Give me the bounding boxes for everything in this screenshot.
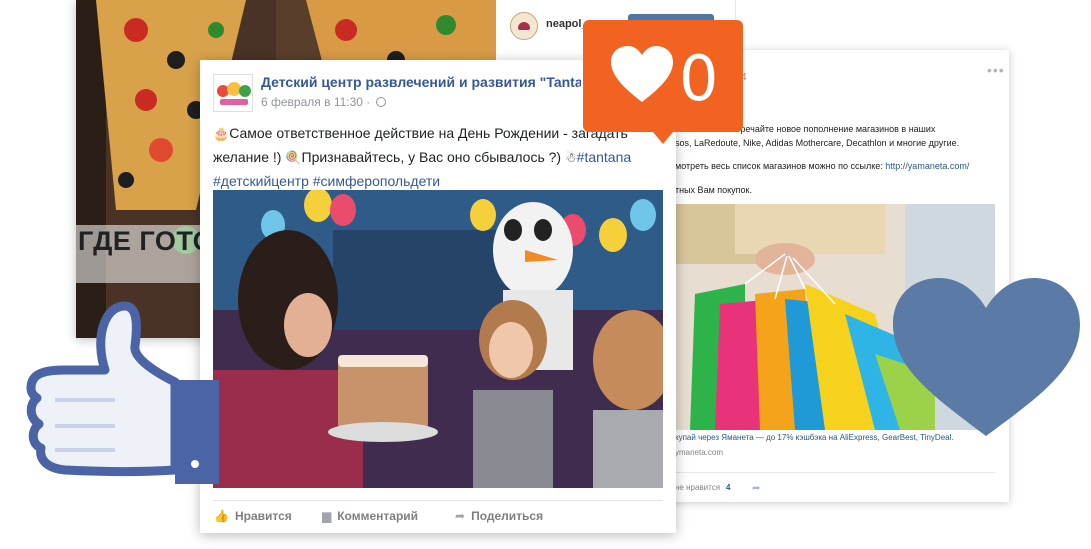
neapol-username[interactable]: neapol_ (546, 18, 588, 30)
post-text-line: мотреть весь список магазинов можно по с… (675, 161, 969, 171)
notification-count: 0 (679, 42, 719, 115)
post-text-line: желание !) 🍭Признавайтесь, у Вас оно сбы… (213, 146, 668, 170)
cake-icon: 🎂 (213, 127, 230, 142)
like-label: не нравится (675, 483, 721, 492)
post-text-fragment: Самое ответственное действие на День Рож… (229, 125, 628, 141)
lollipop-icon: 🍭 (285, 151, 302, 166)
post-link[interactable]: http://yamaneta.com/ (885, 161, 969, 171)
share-icon[interactable]: ➦ (752, 483, 760, 494)
share-icon: ➦ (455, 509, 466, 523)
attachment-site: ymaneta.com (675, 448, 724, 457)
share-label: Поделиться (471, 509, 544, 523)
thumbs-up-icon (26, 301, 219, 484)
page-avatar[interactable] (213, 74, 253, 112)
like-button[interactable]: 👍 Нравится (214, 509, 292, 523)
comment-button[interactable]: ▆ Комментарий (322, 509, 418, 523)
like-count: 4 (726, 483, 731, 492)
post-text-fragment: мотреть весь список магазинов можно по с… (675, 161, 886, 171)
divider (213, 500, 663, 501)
divider (675, 472, 995, 473)
post-menu-icon[interactable]: ••• (987, 62, 1005, 78)
globe-icon (375, 97, 386, 107)
like-label: Нравится (234, 509, 292, 523)
avatar[interactable] (510, 12, 538, 40)
birthday-photo[interactable] (213, 190, 663, 488)
like-button[interactable]: не нравится 4 (675, 483, 730, 492)
heart-icon (893, 278, 1080, 436)
page-name-link[interactable]: Детский центр развлечений и развития "Ta… (261, 74, 581, 90)
post-date: 6 февраля в 11:30 · (261, 95, 371, 109)
post-text-line: тных Вам покупок. (675, 185, 752, 195)
share-button[interactable]: ➦ Поделиться (455, 509, 543, 523)
like-icon: 👍 (214, 509, 229, 523)
post-text-fragment: Признавайтесь, у Вас оно сбывалось ?) (301, 149, 562, 165)
post-text-fragment: желание !) (213, 149, 282, 165)
hashtag-links[interactable]: #детскийцентр #симферопольдети (213, 170, 668, 192)
snowman-icon: ☃ (565, 151, 577, 166)
comment-label: Комментарий (337, 509, 419, 523)
comment-icon: ▆ (322, 509, 332, 523)
post-timestamp[interactable]: 6 февраля в 11:30 · (261, 95, 386, 109)
heart-icon (611, 46, 673, 102)
hashtag-link[interactable]: #tantana (577, 149, 632, 165)
like-notification-badge: 0 (583, 20, 743, 144)
